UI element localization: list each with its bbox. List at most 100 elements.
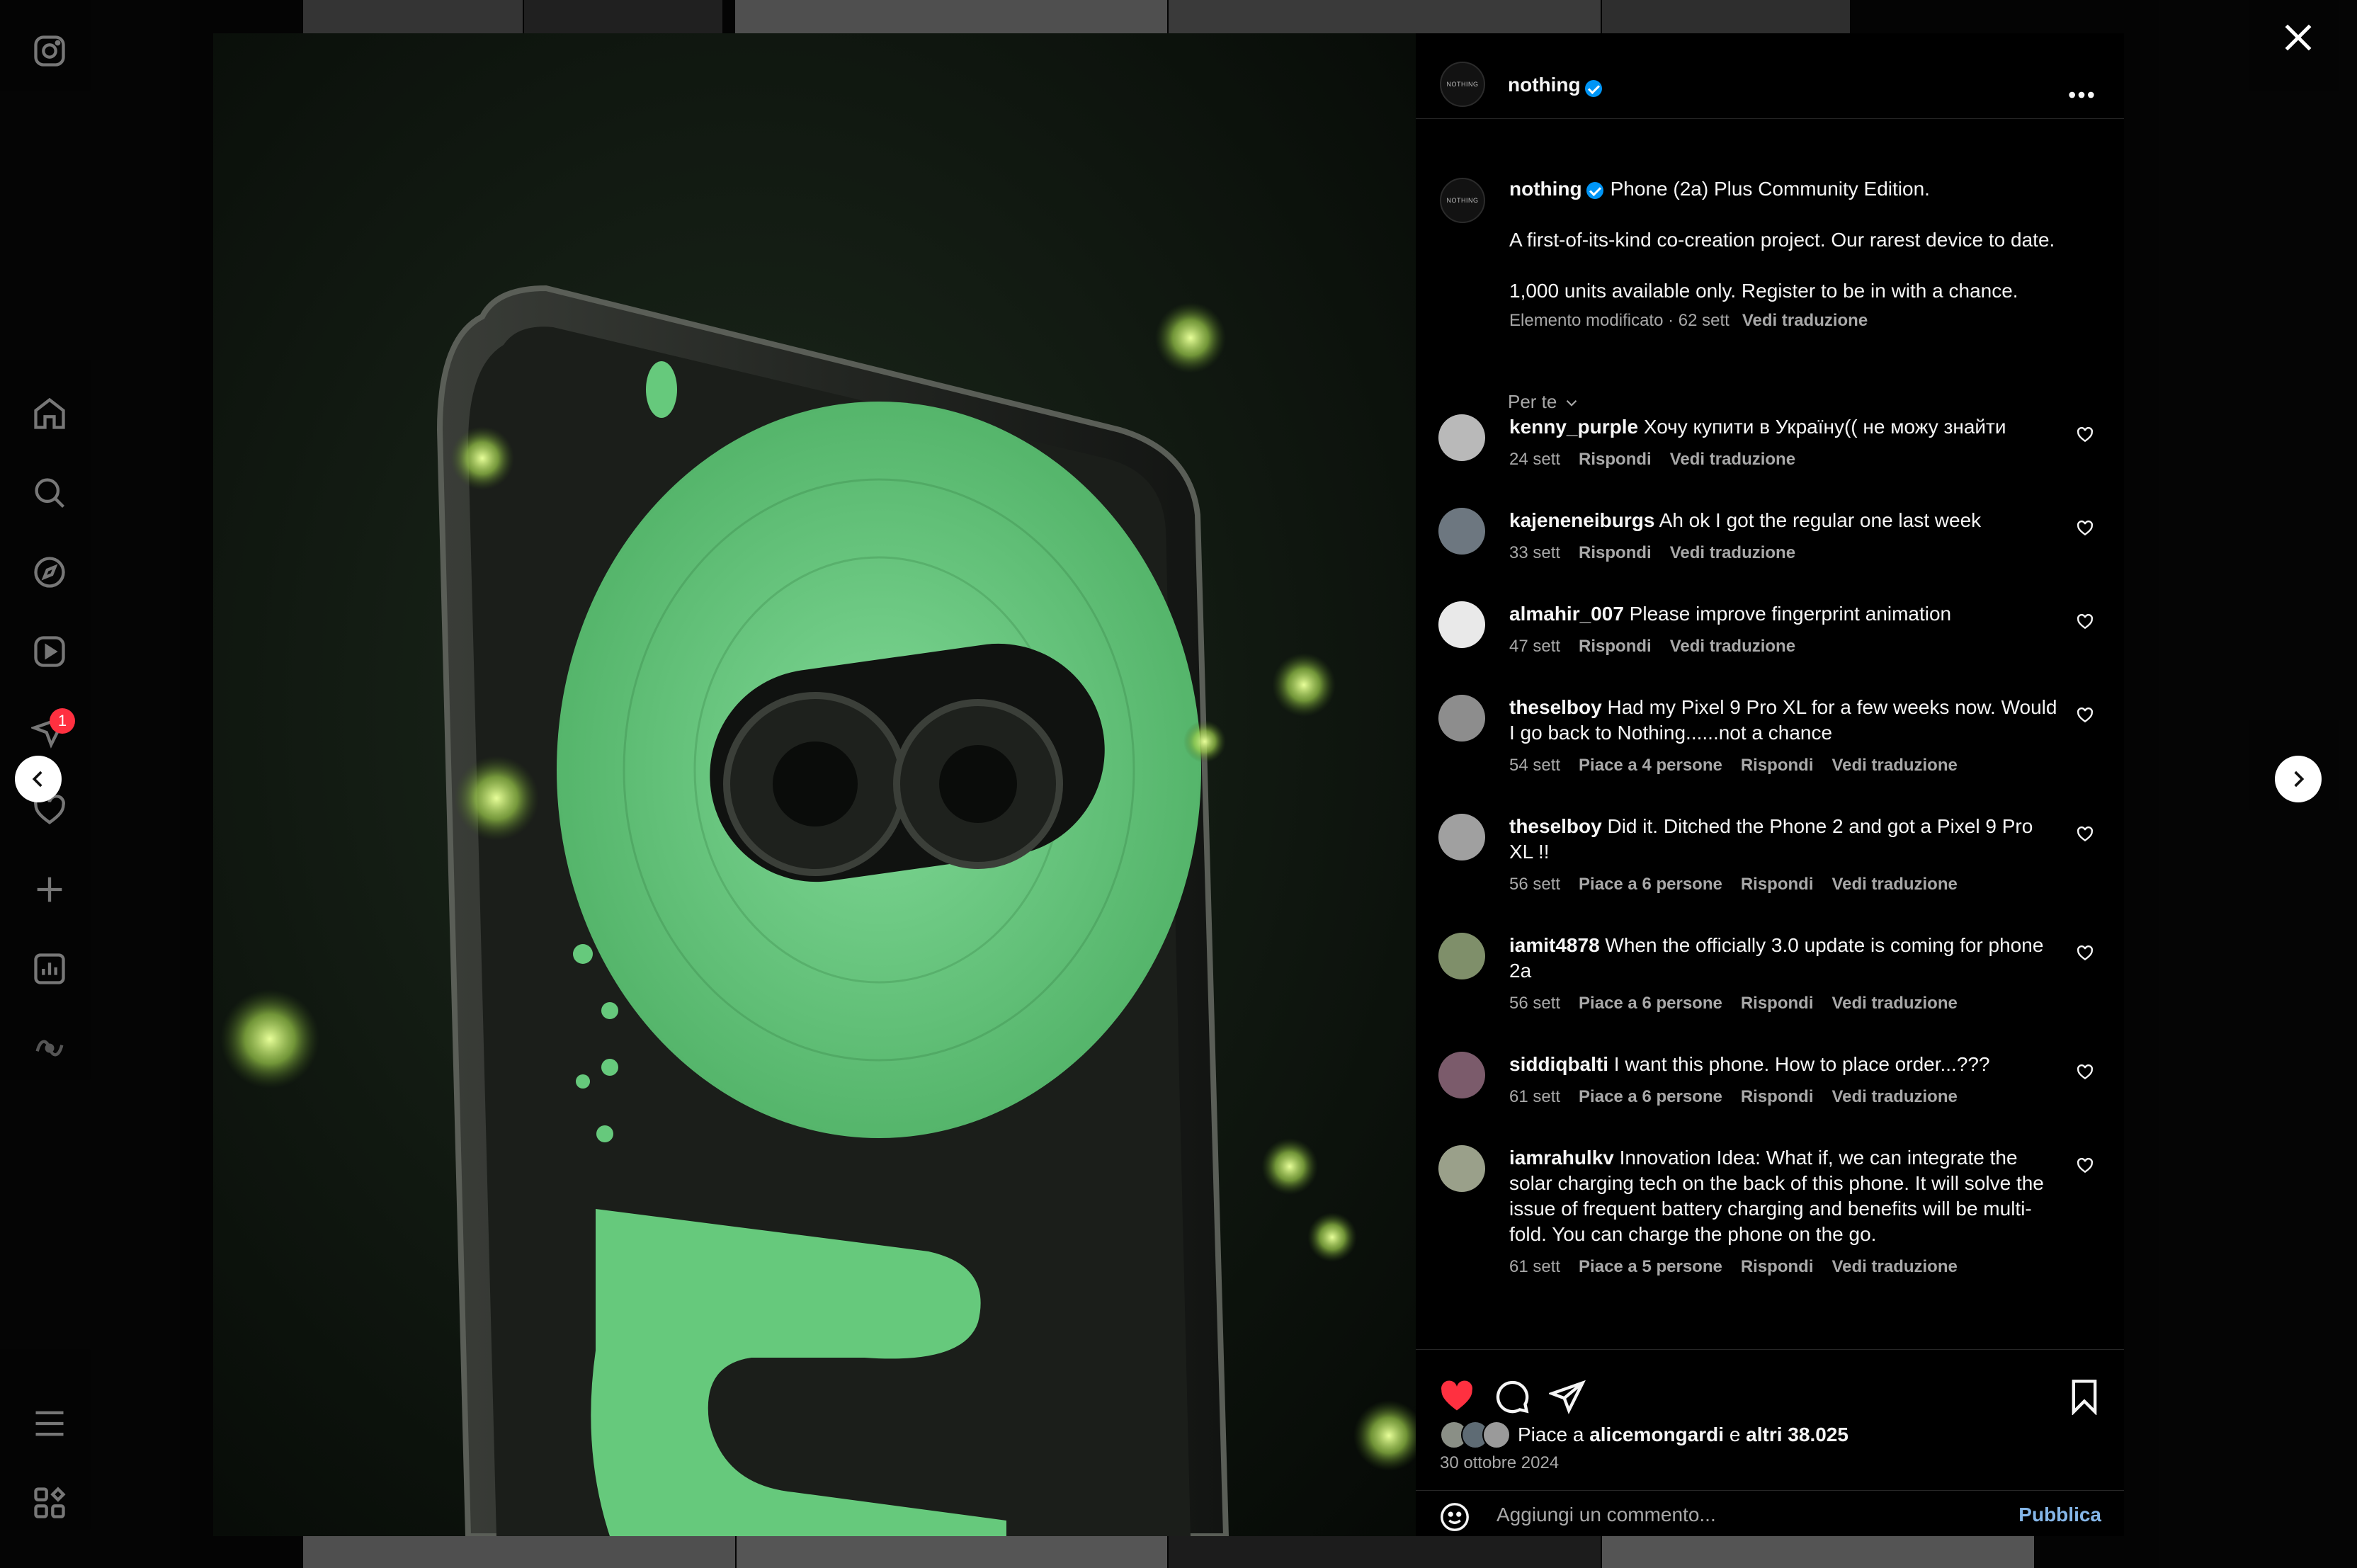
likes-user[interactable]: alicemongardi [1589, 1424, 1724, 1446]
commenter-avatar[interactable] [1438, 508, 1485, 555]
publish-button[interactable]: Pubblica [2018, 1504, 2101, 1526]
author-username[interactable]: nothing [1508, 74, 1581, 96]
translate-link[interactable]: Vedi traduzione [1831, 1087, 1957, 1106]
likes-mid: e [1729, 1424, 1741, 1445]
translate-link[interactable]: Vedi traduzione [1670, 637, 1795, 656]
comment-icon[interactable] [1494, 1378, 1530, 1415]
comment-like-icon[interactable] [2076, 1063, 2094, 1081]
commenter-username[interactable]: almahir_007 [1509, 603, 1624, 625]
comment-like-icon[interactable] [2076, 613, 2094, 631]
comment-like-icon[interactable] [2076, 825, 2094, 843]
author-avatar[interactable]: NOTHING [1440, 62, 1485, 107]
likes-summary[interactable]: Piace a alicemongardi e altri 38.025 [1440, 1421, 1848, 1449]
verified-badge-icon [1584, 79, 1602, 97]
post-image[interactable] [213, 33, 1416, 1536]
likes-rest[interactable]: altri 38.025 [1746, 1424, 1848, 1446]
comment-like-icon[interactable] [2076, 519, 2094, 538]
meta-ai-icon[interactable] [31, 1030, 68, 1067]
chevron-right-icon [2294, 771, 2305, 788]
comment-body: theselboy Did it. Ditched the Phone 2 an… [1509, 814, 2062, 897]
close-modal-button[interactable] [2281, 20, 2316, 55]
comments-scroll[interactable]: NOTHING nothing Phone (2a) Plus Community… [1416, 118, 2124, 1349]
post-details-panel: NOTHING nothing NOTHING nothing Phone (2a… [1416, 33, 2124, 1536]
commenter-username[interactable]: iamrahulkv [1509, 1147, 1614, 1169]
search-icon[interactable] [31, 475, 68, 511]
comment-like-icon[interactable] [2076, 706, 2094, 725]
home-icon[interactable] [31, 395, 68, 432]
menu-icon[interactable] [31, 1405, 68, 1442]
comment-time: 24 sett [1509, 450, 1561, 469]
reply-button[interactable]: Rispondi [1579, 450, 1652, 469]
translate-link[interactable]: Vedi traduzione [1670, 450, 1795, 469]
explore-icon[interactable] [31, 554, 68, 591]
comment-body: siddiqbalti I want this phone. How to pl… [1509, 1052, 2062, 1110]
next-post-button[interactable] [2275, 756, 2322, 802]
comment-text: Ah ok I got the regular one last week [1659, 509, 1982, 531]
caption-line: A first-of-its-kind co-creation project.… [1509, 229, 2055, 251]
commenter-username[interactable]: kenny_purple [1509, 416, 1638, 438]
post-header: NOTHING nothing [1416, 33, 2124, 119]
share-icon[interactable] [1547, 1378, 1586, 1415]
translate-link[interactable]: Vedi traduzione [1831, 1257, 1957, 1276]
like-heart-icon[interactable] [1438, 1378, 1475, 1415]
comment-time: 61 sett [1509, 1087, 1561, 1106]
reply-button[interactable]: Rispondi [1741, 756, 1814, 775]
more-options-icon[interactable] [2067, 90, 2096, 104]
comment-body: iamit4878 When the officially 3.0 update… [1509, 933, 2062, 1016]
commenter-avatar[interactable] [1438, 814, 1485, 860]
comment-text: I want this phone. How to place order...… [1613, 1053, 1990, 1075]
dashboard-icon[interactable] [31, 950, 68, 987]
comment-body: almahir_007 Please improve fingerprint a… [1509, 601, 2062, 659]
comment-likes[interactable]: Piace a 6 persone [1579, 994, 1722, 1013]
commenter-avatar[interactable] [1438, 1145, 1485, 1192]
commenter-username[interactable]: siddiqbalti [1509, 1053, 1608, 1075]
comment-like-icon[interactable] [2076, 426, 2094, 444]
translate-link[interactable]: Vedi traduzione [1831, 756, 1957, 775]
reply-button[interactable]: Rispondi [1741, 994, 1814, 1013]
translate-link[interactable]: Vedi traduzione [1831, 875, 1957, 894]
commenter-avatar[interactable] [1438, 414, 1485, 461]
more-apps-icon[interactable] [31, 1484, 68, 1521]
instagram-icon[interactable] [31, 33, 68, 69]
reply-button[interactable]: Rispondi [1579, 637, 1652, 656]
comment-text: Хочу купити в Україну(( не можу знайти [1643, 416, 2006, 438]
comment-time: 56 sett [1509, 994, 1561, 1013]
comment-body: iamrahulkv Innovation Idea: What if, we … [1509, 1145, 2062, 1280]
sort-label: Per te [1508, 391, 1557, 412]
comment-input[interactable]: Aggiungi un commento... [1496, 1504, 1716, 1526]
caption-username[interactable]: nothing [1509, 178, 1582, 200]
reply-button[interactable]: Rispondi [1741, 1087, 1814, 1106]
comment-likes[interactable]: Piace a 6 persone [1579, 1087, 1722, 1106]
translate-link[interactable]: Vedi traduzione [1831, 994, 1957, 1013]
comment-like-icon[interactable] [2076, 1157, 2094, 1175]
translate-link[interactable]: Vedi traduzione [1670, 543, 1795, 562]
post-modal: NOTHING nothing NOTHING nothing Phone (2a… [213, 33, 2124, 1536]
comment-likes[interactable]: Piace a 5 persone [1579, 1257, 1722, 1276]
comment-like-icon[interactable] [2076, 944, 2094, 962]
commenter-username[interactable]: theselboy [1509, 696, 1602, 718]
commenter-avatar[interactable] [1438, 601, 1485, 648]
caption-line: 1,000 units available only. Register to … [1509, 280, 2018, 302]
caption-line: Phone (2a) Plus Community Edition. [1610, 178, 1930, 200]
commenter-avatar[interactable] [1438, 933, 1485, 979]
reply-button[interactable]: Rispondi [1741, 1257, 1814, 1276]
caption-translate-link[interactable]: Vedi traduzione [1742, 311, 1868, 330]
commenter-avatar[interactable] [1438, 695, 1485, 742]
bookmark-icon[interactable] [2066, 1378, 2103, 1416]
commenter-avatar[interactable] [1438, 1052, 1485, 1098]
reply-button[interactable]: Rispondi [1741, 875, 1814, 894]
reply-button[interactable]: Rispondi [1579, 543, 1652, 562]
caption-avatar[interactable]: NOTHING [1440, 178, 1485, 223]
create-icon[interactable] [31, 871, 68, 908]
comment-sort-selector[interactable]: Per te [1508, 391, 1581, 413]
commenter-username[interactable]: kajeneneiburgs [1509, 509, 1654, 531]
comment-likes[interactable]: Piace a 4 persone [1579, 756, 1722, 775]
commenter-username[interactable]: iamit4878 [1509, 934, 1600, 956]
emoji-icon[interactable] [1438, 1501, 1471, 1533]
reels-icon[interactable] [31, 633, 68, 670]
comment-likes[interactable]: Piace a 6 persone [1579, 875, 1722, 894]
liker-avatar [1482, 1421, 1511, 1449]
commenter-username[interactable]: theselboy [1509, 815, 1602, 837]
previous-post-button[interactable] [15, 756, 62, 802]
post-date: 30 ottobre 2024 [1440, 1453, 1560, 1472]
